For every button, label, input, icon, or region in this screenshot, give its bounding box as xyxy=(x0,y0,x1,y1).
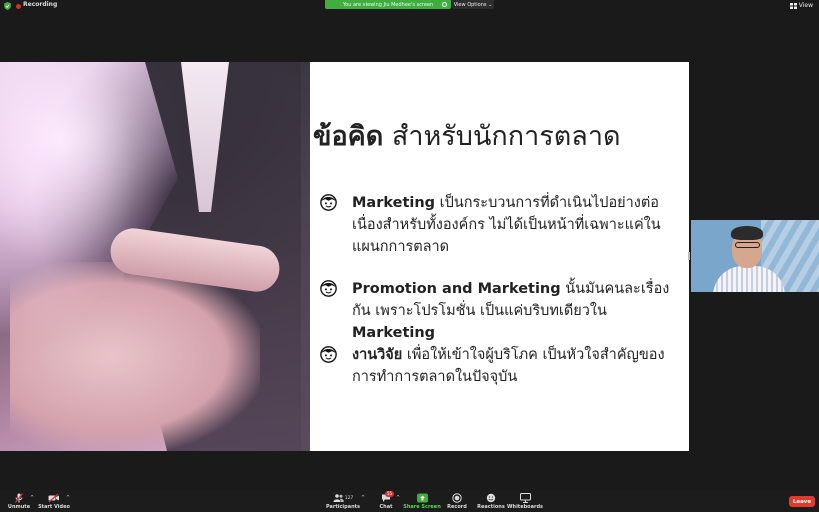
grid-view-icon xyxy=(789,2,797,9)
record-icon xyxy=(452,493,462,503)
start-video-label: Start Video xyxy=(38,504,70,510)
participants-options-chevron-icon[interactable]: ^ xyxy=(361,495,365,501)
slide-title-bold: ข้อคิด xyxy=(313,121,384,152)
slide-bullet-text: Promotion and Marketing นั้นมันคนละเรื่อ… xyxy=(352,278,677,344)
slide-title-rest: สำหรับนักการตลาด xyxy=(383,121,621,152)
leave-button[interactable]: Leave xyxy=(789,496,815,507)
participants-label: Participants xyxy=(325,504,361,510)
video-options-chevron-icon[interactable]: ^ xyxy=(66,495,70,501)
smiley-face-icon xyxy=(320,346,337,363)
slide-bullet: งานวิจัย เพื่อให้เข้าใจผู้บริโภค เป็นหัว… xyxy=(320,344,680,390)
view-label: View xyxy=(798,2,813,9)
bullet-keyword: Marketing xyxy=(352,195,436,211)
reactions-emoji-icon xyxy=(486,493,496,503)
reactions-button[interactable]: Reactions xyxy=(477,490,505,512)
banner-status-icon xyxy=(442,2,447,7)
share-screen-button[interactable]: Share Screen xyxy=(403,490,441,512)
participants-icon-row: 127 xyxy=(333,493,354,503)
top-bar: Recording You are viewing Jiu Medhee's s… xyxy=(0,0,819,12)
view-options-label: View Options xyxy=(453,1,487,8)
photo-glow xyxy=(0,62,301,451)
bullet-keyword: Promotion and Marketing xyxy=(352,281,561,297)
video-camera-off-icon xyxy=(48,493,59,503)
shared-screen-slide: ข้อคิด สำหรับนักการตลาด Marketing เป็นกร… xyxy=(0,62,689,451)
whiteboards-label: Whiteboards xyxy=(507,504,543,510)
bullet-keyword: งานวิจัย xyxy=(352,347,403,363)
viewing-banner: You are viewing Jiu Medhee's screen xyxy=(325,0,451,9)
slide-bullet: Promotion and Marketing นั้นมันคนละเรื่อ… xyxy=(320,278,680,341)
chat-label: Chat xyxy=(379,504,393,510)
whiteboard-icon xyxy=(519,493,531,503)
participants-button[interactable]: 127 Participants xyxy=(326,490,360,512)
chat-button[interactable]: 55 Chat xyxy=(377,490,395,512)
shield-icon[interactable] xyxy=(4,2,11,10)
microphone-muted-icon xyxy=(15,493,23,503)
slide-title: ข้อคิด สำหรับนักการตลาด xyxy=(313,114,621,157)
reactions-label: Reactions xyxy=(477,504,505,510)
meeting-toolbar: Unmute ^ Start Video ^ 127 Participants … xyxy=(0,490,819,512)
recording-label: Recording xyxy=(23,1,58,8)
speaker-video-tile[interactable] xyxy=(691,220,819,292)
participants-count: 127 xyxy=(344,495,354,501)
slide-bullet-text: งานวิจัย เพื่อให้เข้าใจผู้บริโภค เป็นหัว… xyxy=(352,344,677,388)
whiteboards-button[interactable]: Whiteboards xyxy=(507,490,543,512)
chevron-down-icon: ⌄ xyxy=(486,1,493,8)
slide-bullet-text: Marketing เป็นกระบวนการที่ดำเนินไปอย่างต… xyxy=(352,192,677,258)
unmute-button[interactable]: Unmute xyxy=(8,490,30,512)
smiley-face-icon xyxy=(320,280,337,297)
start-video-button[interactable]: Start Video xyxy=(38,490,70,512)
chat-options-chevron-icon[interactable]: ^ xyxy=(396,495,400,501)
audio-options-chevron-icon[interactable]: ^ xyxy=(30,495,34,501)
video-strip-handle[interactable] xyxy=(688,252,690,260)
share-screen-arrow-icon xyxy=(416,493,428,503)
record-label: Record xyxy=(447,504,467,510)
participants-icon xyxy=(333,494,344,502)
viewing-banner-text: You are viewing Jiu Medhee's screen xyxy=(342,1,434,8)
record-button[interactable]: Record xyxy=(447,490,467,512)
view-options-button[interactable]: View Options ⌄ xyxy=(452,0,494,9)
bullet-keyword-2: Marketing xyxy=(352,325,436,341)
leave-label: Leave xyxy=(792,498,812,505)
chat-unread-badge: 55 xyxy=(385,491,395,497)
share-screen-label: Share Screen xyxy=(403,504,441,510)
tile-person-glasses xyxy=(735,242,760,248)
slide-bullet: Marketing เป็นกระบวนการที่ดำเนินไปอย่างต… xyxy=(320,192,680,262)
slide-photo-pointing-businessman xyxy=(0,62,310,451)
unmute-label: Unmute xyxy=(7,504,31,510)
tile-person-hair xyxy=(731,226,763,240)
smiley-face-icon xyxy=(320,194,337,211)
view-button[interactable]: View xyxy=(789,2,813,9)
recording-indicator-icon xyxy=(16,4,21,9)
